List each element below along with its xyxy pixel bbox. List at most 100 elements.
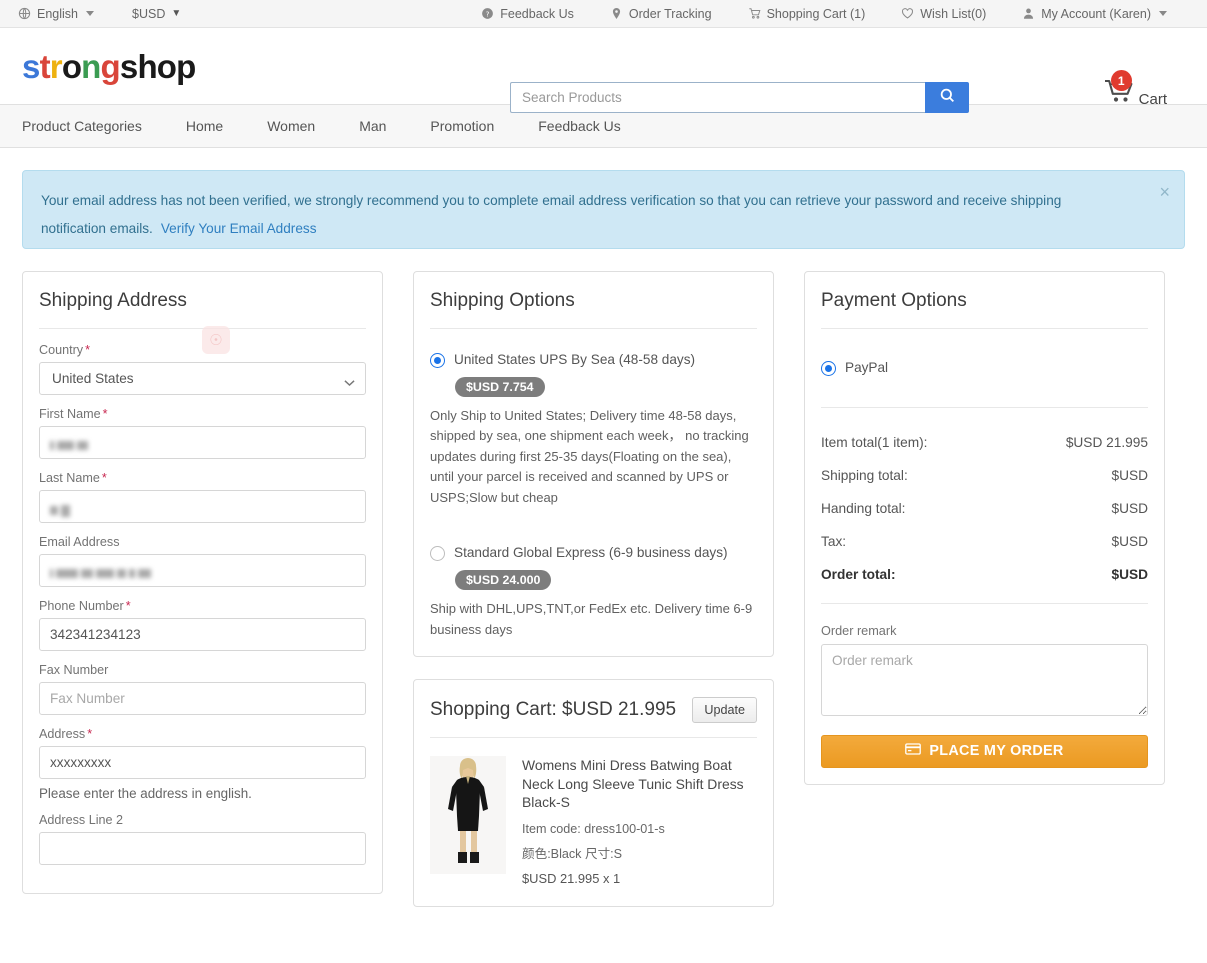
logo-letter: t [39, 47, 51, 85]
credit-card-icon [905, 743, 922, 759]
radio-paypal[interactable] [821, 361, 836, 376]
checkout-columns: Shipping Address Country * ☉ United State… [0, 249, 1207, 907]
place-my-order-button[interactable]: PLACE MY ORDER [821, 734, 1148, 768]
shipping-option-label: Standard Global Express (6-9 business da… [454, 545, 728, 561]
chevron-down-icon [86, 11, 94, 16]
shipping-option-description: Only Ship to United States; Delivery tim… [430, 407, 749, 505]
nav-item-man[interactable]: Man [337, 105, 408, 148]
shipping-options-panel: Shipping Options United States UPS By Se… [413, 271, 774, 658]
logo-letter: o [61, 47, 82, 85]
address-line-2-input[interactable] [39, 832, 366, 865]
currency-label: $USD [132, 6, 166, 21]
email-verification-alert: Your email address has not been verified… [22, 170, 1185, 249]
radio-ups-by-sea[interactable] [430, 353, 445, 368]
header-cart-button[interactable]: 1 Cart [1103, 70, 1167, 110]
fax-input[interactable] [39, 682, 366, 715]
place-order-label: PLACE MY ORDER [929, 743, 1064, 760]
section-title: Shipping Options [430, 290, 575, 311]
required-marker: * [102, 407, 108, 421]
total-label: Shipping total: [821, 467, 908, 483]
topbar-link-shopping-cart[interactable]: Shopping Cart (1) [748, 7, 865, 21]
required-marker: * [125, 599, 131, 613]
language-selector[interactable]: English [18, 7, 94, 21]
search-button[interactable] [925, 82, 969, 113]
phone-input[interactable] [39, 618, 366, 651]
topbar-link-wish-list[interactable]: Wish List(0) [901, 7, 986, 21]
order-remark-textarea[interactable] [821, 643, 1148, 716]
total-value: $USD [1111, 533, 1148, 549]
total-label: Handing total: [821, 500, 906, 516]
payment-options-column: Payment Options PayPal Item total(1 item… [804, 271, 1165, 785]
nav-item-promotion[interactable]: Promotion [408, 105, 516, 148]
user-icon [1022, 7, 1035, 20]
payment-method-paypal[interactable]: PayPal [821, 359, 1148, 377]
total-value: $USD [1111, 566, 1148, 582]
search-icon [939, 87, 956, 109]
address-input[interactable] [39, 746, 366, 779]
globe-icon [18, 7, 31, 20]
topbar-link-my-account[interactable]: My Account (Karen) [1022, 7, 1167, 21]
shipping-address-column: Shipping Address Country * ☉ United State… [22, 271, 383, 894]
help-circle-icon: ? [481, 7, 494, 20]
topbar-link-order-tracking[interactable]: Order Tracking [610, 7, 712, 21]
shipping-price-badge: $USD 24.000 [455, 570, 552, 590]
topbar-link-feedback[interactable]: ? Feedback Us [481, 7, 574, 21]
label-text: Country [39, 343, 84, 357]
total-row-handing-total: Handing total: $USD [821, 496, 1148, 521]
currency-selector[interactable]: $USD ▼ [132, 7, 181, 21]
address-hint: Please enter the address in english. [39, 786, 252, 801]
logo-letter: n [81, 47, 101, 85]
total-row-item-total: Item total(1 item): $USD 21.995 [821, 430, 1148, 455]
total-value: $USD [1111, 500, 1148, 516]
payment-options-panel: Payment Options PayPal Item total(1 item… [804, 271, 1165, 785]
nav-item-product-categories[interactable]: Product Categories [22, 105, 164, 148]
shipping-option-ups-by-sea[interactable]: United States UPS By Sea (48-58 days) $U… [430, 351, 757, 508]
shopping-cart-panel: Shopping Cart: $USD 21.995 Update Womens… [413, 679, 774, 907]
heart-icon [901, 7, 914, 20]
country-select[interactable]: United States [39, 362, 366, 395]
site-logo[interactable]: strongshop [22, 50, 196, 83]
total-row-shipping-total: Shipping total: $USD [821, 463, 1148, 488]
radio-standard-global-express[interactable] [430, 546, 445, 562]
logo-letter: g [100, 47, 121, 85]
divider [821, 406, 1148, 408]
shipping-option-description: Ship with DHL,UPS,TNT,or FedEx etc. Deli… [430, 601, 753, 637]
label-text: Address [39, 727, 86, 741]
product-variant: 颜色:Black 尺寸:S [522, 846, 623, 861]
svg-text:?: ? [486, 9, 490, 18]
alert-text-wrapper: Your email address has not been verified… [41, 187, 1101, 243]
search-input[interactable] [510, 82, 925, 113]
product-item-code: Item code: dress100-01-s [522, 821, 665, 836]
topbar-right-group: ? Feedback Us Order Tracking Shopping Ca… [481, 7, 1189, 21]
nav-item-women[interactable]: Women [245, 105, 337, 148]
nav-item-home[interactable]: Home [164, 105, 245, 148]
shipping-address-form: Country * ☉ United States First Name * L… [23, 326, 382, 893]
shipping-option-standard-global-express[interactable]: Standard Global Express (6-9 business da… [430, 544, 757, 640]
field-address: Address* Please enter the address in eng… [39, 727, 366, 801]
last-name-input[interactable] [39, 490, 366, 523]
site-header: strongshop 1 Cart [0, 28, 1207, 113]
logo-letter: s [22, 47, 40, 85]
field-last-name: Last Name * [39, 471, 366, 523]
divider [821, 328, 1148, 329]
topbar-link-label: Wish List(0) [920, 6, 987, 21]
field-label: Phone Number * [39, 599, 366, 613]
field-address-line-2: Address Line 2 [39, 813, 366, 865]
language-label: English [37, 6, 78, 21]
divider [39, 328, 366, 329]
shipping-price-badge: $USD 7.754 [455, 376, 545, 397]
search-bar [510, 82, 969, 113]
product-name[interactable]: Womens Mini Dress Batwing Boat Neck Long… [522, 756, 757, 811]
field-label: First Name * [39, 407, 366, 421]
field-label: Fax Number [39, 663, 366, 677]
required-marker: * [87, 727, 93, 741]
email-input[interactable] [39, 554, 366, 587]
first-name-input[interactable] [39, 426, 366, 459]
update-cart-button[interactable]: Update [692, 697, 757, 724]
label-text: Address Line 2 [39, 813, 124, 827]
verify-email-link[interactable]: Verify Your Email Address [161, 221, 317, 236]
chevron-down-icon [1159, 11, 1167, 16]
close-icon[interactable]: × [1159, 183, 1170, 201]
product-thumbnail[interactable] [430, 756, 506, 875]
logo-letter: r [49, 47, 63, 85]
